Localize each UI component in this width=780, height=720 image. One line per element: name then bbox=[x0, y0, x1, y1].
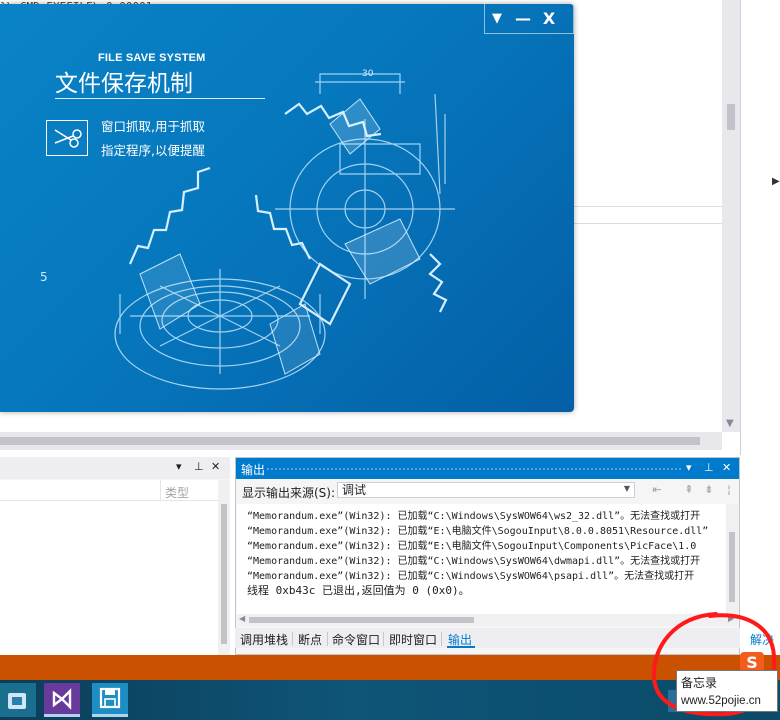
panel-close-icon[interactable]: ✕ bbox=[211, 460, 220, 473]
active-tab-indicator bbox=[447, 646, 475, 648]
splash-divider bbox=[55, 98, 265, 99]
expand-caret-icon[interactable]: ▶ bbox=[772, 176, 780, 187]
splash-description-line-2: 指定程序,以便提醒 bbox=[101, 143, 205, 158]
visual-studio-taskbar-icon[interactable] bbox=[44, 683, 80, 717]
tooltip-url: www.52pojie.cn bbox=[681, 695, 761, 707]
output-line: “Memorandum.exe”(Win32): 已加载“E:\电脑文件\Sog… bbox=[247, 541, 697, 552]
splash-minimize-button[interactable]: — bbox=[513, 9, 533, 29]
left-panel-titlebar: ▾ ⊥ ✕ bbox=[0, 457, 230, 479]
splash-window-controls: ▼ — X bbox=[484, 4, 574, 34]
output-text-area[interactable]: “Memorandum.exe”(Win32): 已加载“C:\Windows\… bbox=[237, 504, 726, 614]
panel-dropdown-icon[interactable]: ▾ bbox=[176, 460, 182, 473]
tab-immediate-window[interactable]: 即时窗口 bbox=[389, 631, 437, 648]
output-line: “Memorandum.exe”(Win32): 已加载“E:\电脑文件\Sog… bbox=[247, 526, 709, 537]
tooltip-title: 备忘录 bbox=[681, 676, 718, 690]
editor-vertical-scrollbar[interactable]: ▼ bbox=[722, 0, 740, 432]
output-panel-titlebar: 输出 ▾ ⊥ ✕ bbox=[236, 458, 739, 479]
tab-breakpoints[interactable]: 断点 bbox=[298, 631, 322, 648]
taskbar-tooltip: 备忘录 www.52pojie.cn bbox=[676, 670, 778, 712]
left-panel-list[interactable] bbox=[0, 501, 218, 655]
drawing-dimension-label: 30 bbox=[362, 69, 374, 79]
output-source-label: 显示输出来源(S): bbox=[242, 486, 336, 500]
next-message-icon[interactable]: ⇟ bbox=[700, 483, 718, 499]
find-message-icon[interactable]: ⇤ bbox=[648, 483, 666, 499]
output-line: “Memorandum.exe”(Win32): 已加载“C:\Windows\… bbox=[247, 571, 695, 582]
splash-menu-button[interactable]: ▼ bbox=[487, 9, 507, 29]
column-divider[interactable] bbox=[160, 480, 161, 500]
save-app-taskbar-icon[interactable] bbox=[92, 683, 128, 717]
gear-blueprint-illustration: 30 bbox=[114, 69, 455, 390]
output-close-icon[interactable]: ✕ bbox=[722, 461, 731, 474]
output-toolbar: 显示输出来源(S): 调试 ▼ ⇤ ⇞ ⇟ ¦ bbox=[236, 480, 739, 502]
output-vertical-scrollbar[interactable] bbox=[726, 504, 738, 614]
output-source-select[interactable]: 调试 ▼ bbox=[337, 482, 635, 498]
output-line: “Memorandum.exe”(Win32): 已加载“C:\Windows\… bbox=[247, 556, 701, 567]
scroll-down-arrow-icon[interactable]: ▼ bbox=[726, 418, 734, 429]
output-line: “Memorandum.exe”(Win32): 已加载“C:\Windows\… bbox=[247, 511, 701, 522]
tab-separator bbox=[383, 632, 384, 646]
output-scroll-thumb[interactable] bbox=[729, 532, 735, 602]
editor-line-number: 5 bbox=[40, 270, 48, 284]
panel-pin-icon[interactable]: ⊥ bbox=[194, 460, 204, 473]
output-line: 线程 0xb43c 已退出,返回值为 0 (0x0)。 bbox=[247, 584, 470, 597]
splash-description-line-1: 窗口抓取,用于抓取 bbox=[101, 119, 205, 134]
right-side-panel bbox=[740, 0, 780, 455]
output-panel-title: 输出 bbox=[241, 463, 266, 477]
splash-close-button[interactable]: X bbox=[539, 9, 559, 29]
output-source-value: 调试 bbox=[342, 483, 367, 497]
scroll-left-arrow-icon[interactable]: ◀ bbox=[239, 614, 245, 623]
editor-hscroll-thumb[interactable] bbox=[0, 437, 700, 445]
output-dropdown-icon[interactable]: ▾ bbox=[686, 461, 692, 474]
tab-separator bbox=[327, 632, 328, 646]
output-pin-icon[interactable]: ⊥ bbox=[704, 461, 714, 474]
previous-message-icon[interactable]: ⇞ bbox=[680, 483, 698, 499]
type-column-header[interactable]: 类型 bbox=[165, 484, 189, 501]
splash-english-title: FILE SAVE SYSTEM bbox=[98, 52, 206, 64]
taskbar-app-icon[interactable] bbox=[0, 683, 36, 717]
left-panel-scroll-thumb[interactable] bbox=[221, 504, 227, 644]
output-hscroll-thumb[interactable] bbox=[249, 617, 474, 623]
splash-title: 文件保存机制 bbox=[55, 71, 193, 97]
tab-command-window[interactable]: 命令窗口 bbox=[332, 631, 380, 648]
tab-call-stack[interactable]: 调用堆栈 bbox=[240, 631, 288, 648]
editor-horizontal-scrollbar[interactable] bbox=[0, 432, 722, 450]
tab-separator bbox=[292, 632, 293, 646]
tab-separator bbox=[441, 632, 442, 646]
file-save-splash-window: 30 ▼ — X FILE SAVE SYSTEM 文件保存机制 窗口抓取,用于… bbox=[0, 4, 574, 412]
left-panel-scrollbar[interactable] bbox=[218, 480, 230, 655]
select-chevron-down-icon: ▼ bbox=[623, 484, 630, 493]
editor-current-line bbox=[560, 206, 722, 224]
toolbar-overflow-icon[interactable]: ¦ bbox=[724, 483, 734, 499]
titlebar-grip[interactable] bbox=[266, 467, 681, 470]
left-tool-panel: ▾ ⊥ ✕ 类型 bbox=[0, 457, 230, 655]
scissors-icon bbox=[46, 120, 88, 156]
editor-scroll-thumb[interactable] bbox=[727, 104, 735, 130]
